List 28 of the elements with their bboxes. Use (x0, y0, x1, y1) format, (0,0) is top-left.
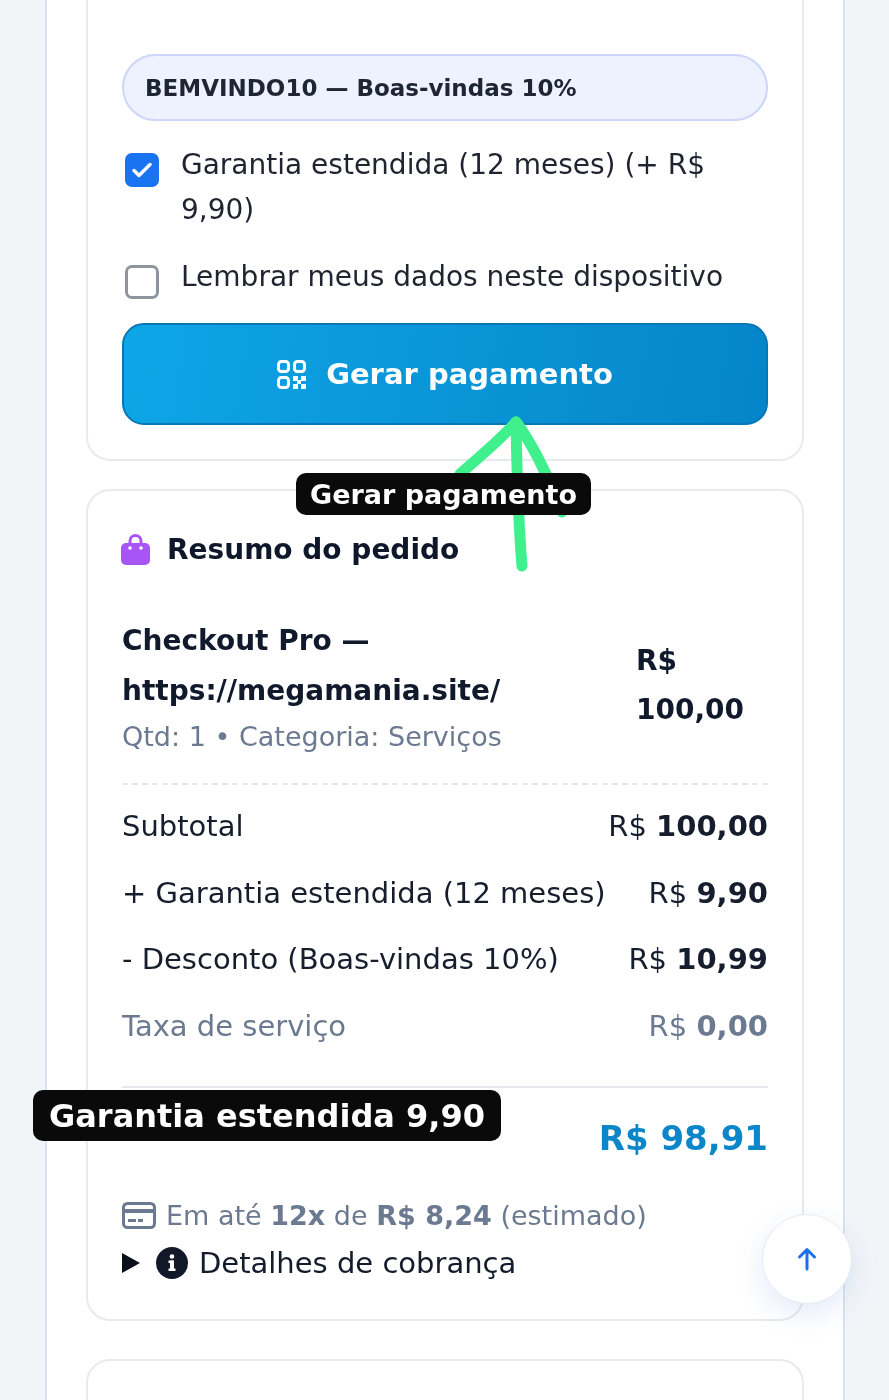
line-amount: R$ 10,99 (628, 942, 768, 977)
product-price: R$ 100,00 (636, 642, 746, 728)
shopping-bag-icon (121, 533, 150, 565)
line-label: Subtotal (122, 809, 244, 844)
billing-details-toggle[interactable]: Detalhes de cobrança (122, 1241, 517, 1285)
section-title: Resumo do pedido (167, 532, 460, 566)
line-amount: R$ 9,90 (648, 875, 768, 910)
checkbox-label: Lembrar meus dados neste dispositivo (181, 259, 724, 295)
qr-code-icon (277, 359, 307, 389)
annotation-caption: Garantia estendida 9,90 (33, 1090, 501, 1141)
total-amount: R$ 98,91 (598, 1118, 768, 1158)
checkbox[interactable] (125, 153, 159, 187)
line-label: - Desconto (Boas-vindas 10%) (122, 942, 559, 977)
line-amount: R$ 100,00 (608, 809, 768, 844)
check-icon (132, 162, 152, 178)
line-label: Taxa de serviço (122, 1008, 347, 1043)
installments-text: Em até 12x de R$ 8,24 (estimado) (166, 1199, 647, 1231)
checkbox-label: Garantia estendida (12 meses) (+ R$ 9,90) (181, 147, 706, 228)
product-name: Checkout Pro — https://megamania.site/ (122, 623, 502, 709)
line-label: + Garantia estendida (12 meses) (122, 875, 606, 910)
arrow-up-icon (797, 1247, 817, 1271)
checkbox[interactable] (125, 265, 159, 299)
annotation-caption: Gerar pagamento (296, 473, 591, 515)
credit-card-icon (122, 1201, 156, 1229)
line-amount: R$ 0,00 (648, 1008, 768, 1043)
info-icon (156, 1247, 188, 1279)
coupon-field[interactable]: BEMVINDO10 — Boas-vindas 10% (122, 54, 768, 121)
product-details: Qtd: 1 • Categoria: Serviços (122, 721, 503, 753)
